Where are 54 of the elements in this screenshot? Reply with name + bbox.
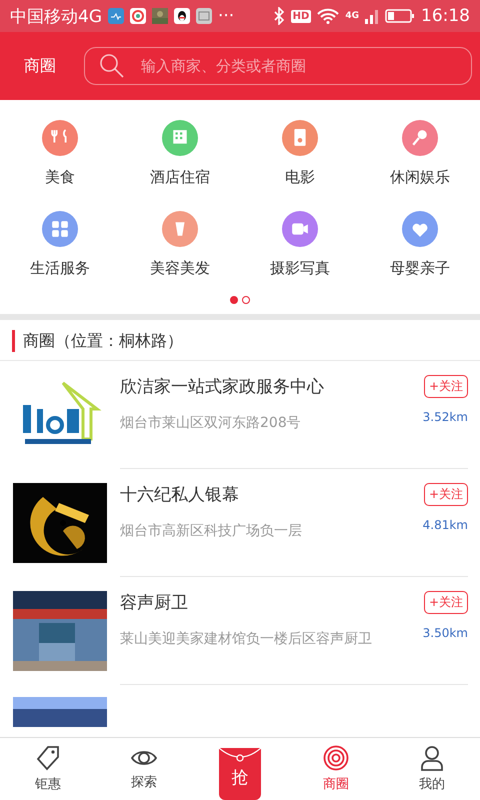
envelope-flap-icon	[219, 748, 261, 764]
category-icon[interactable]	[162, 120, 198, 156]
merchant-name[interactable]: 容声厨卫	[120, 591, 419, 614]
grab-deal-button[interactable]: 抢	[219, 748, 261, 800]
battery-icon	[385, 8, 415, 24]
hd-badge: HD	[290, 10, 312, 22]
nav-tab[interactable]: 钜惠	[0, 738, 96, 800]
nav-tab[interactable]: 探索	[96, 738, 192, 800]
merchant-address: 烟台市高新区科技广场负一层	[120, 522, 303, 540]
target-icon	[323, 745, 349, 771]
category-label[interactable]: 生活服务	[30, 259, 90, 278]
search-bar[interactable]: 输入商家、分类或者商圈	[84, 47, 472, 85]
category-icon[interactable]	[282, 120, 318, 156]
follow-button[interactable]: +关注	[424, 591, 468, 614]
category-icon[interactable]	[282, 211, 318, 247]
section-title: 商圈（位置：桐林路）	[23, 330, 183, 352]
nav-tab[interactable]: 我的	[384, 738, 480, 800]
merchant-address: 烟台市莱山区双河东路208号	[120, 414, 302, 432]
search-icon	[99, 53, 125, 79]
signal-icon	[365, 8, 379, 24]
bluetooth-icon	[272, 7, 285, 25]
tag-icon	[36, 745, 60, 771]
category-icon[interactable]	[162, 211, 198, 247]
penguin-icon	[174, 8, 190, 24]
wifi-icon	[317, 8, 340, 24]
category-label[interactable]: 母婴亲子	[390, 259, 450, 278]
person-icon	[420, 745, 444, 771]
nav-tab[interactable]: 商圈	[288, 738, 384, 800]
category-icon[interactable]	[42, 211, 78, 247]
merchant-name[interactable]: 欣洁家一站式家政服务中心	[120, 375, 419, 398]
distance-label: 3.50km	[422, 626, 468, 640]
distance-label: 3.52km	[422, 410, 468, 424]
clock: 16:18	[421, 6, 470, 26]
carrier-label: 中国移动4G	[10, 6, 102, 28]
category-icon[interactable]	[402, 211, 438, 247]
category-icon[interactable]	[402, 120, 438, 156]
merchant-address: 莱山美迎美家建材馆负一楼后区容声厨卫	[120, 630, 373, 648]
category-label[interactable]: 酒店住宿	[150, 168, 210, 187]
category-label[interactable]: 电影	[285, 168, 315, 187]
category-label[interactable]: 美容美发	[150, 259, 210, 278]
more-notifications: ···	[218, 6, 234, 26]
search-input[interactable]: 输入商家、分类或者商圈	[139, 56, 457, 76]
follow-button[interactable]: +关注	[424, 483, 468, 506]
category-label[interactable]: 休闲娱乐	[390, 168, 450, 187]
category-label[interactable]: 摄影写真	[270, 259, 330, 278]
distance-label: 4.81km	[422, 518, 468, 532]
health-app-icon	[108, 8, 124, 24]
category-label[interactable]: 美食	[45, 168, 75, 187]
gallery-icon	[196, 8, 212, 24]
network-type-label: 4G	[345, 11, 359, 21]
header-title: 商圈	[24, 56, 56, 76]
follow-button[interactable]: +关注	[424, 375, 468, 398]
merchant-name[interactable]: 十六纪私人银幕	[120, 483, 419, 506]
category-icon[interactable]	[42, 120, 78, 156]
